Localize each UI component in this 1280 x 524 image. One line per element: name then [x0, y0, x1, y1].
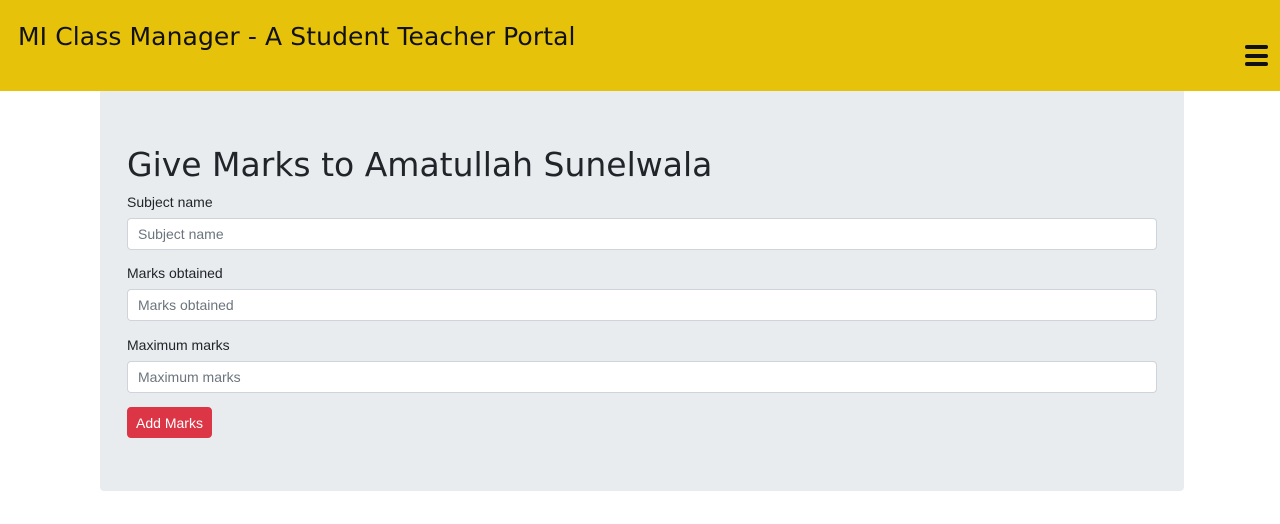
marks-obtained-label: Marks obtained: [127, 265, 223, 281]
hamburger-line: [1245, 45, 1268, 49]
brand-title[interactable]: MI Class Manager - A Student Teacher Por…: [18, 22, 576, 51]
hamburger-menu-icon[interactable]: [1245, 45, 1268, 66]
hamburger-line: [1245, 62, 1268, 66]
hamburger-line: [1245, 53, 1268, 58]
navbar: MI Class Manager - A Student Teacher Por…: [0, 0, 1280, 91]
page-title: Give Marks to Amatullah Sunelwala: [127, 145, 713, 184]
marks-form-panel: Give Marks to Amatullah Sunelwala Subjec…: [100, 91, 1184, 491]
marks-obtained-input[interactable]: [127, 289, 1157, 321]
add-marks-button[interactable]: Add Marks: [127, 407, 212, 438]
maximum-marks-input[interactable]: [127, 361, 1157, 393]
subject-name-label: Subject name: [127, 194, 213, 210]
maximum-marks-label: Maximum marks: [127, 337, 230, 353]
subject-name-input[interactable]: [127, 218, 1157, 250]
